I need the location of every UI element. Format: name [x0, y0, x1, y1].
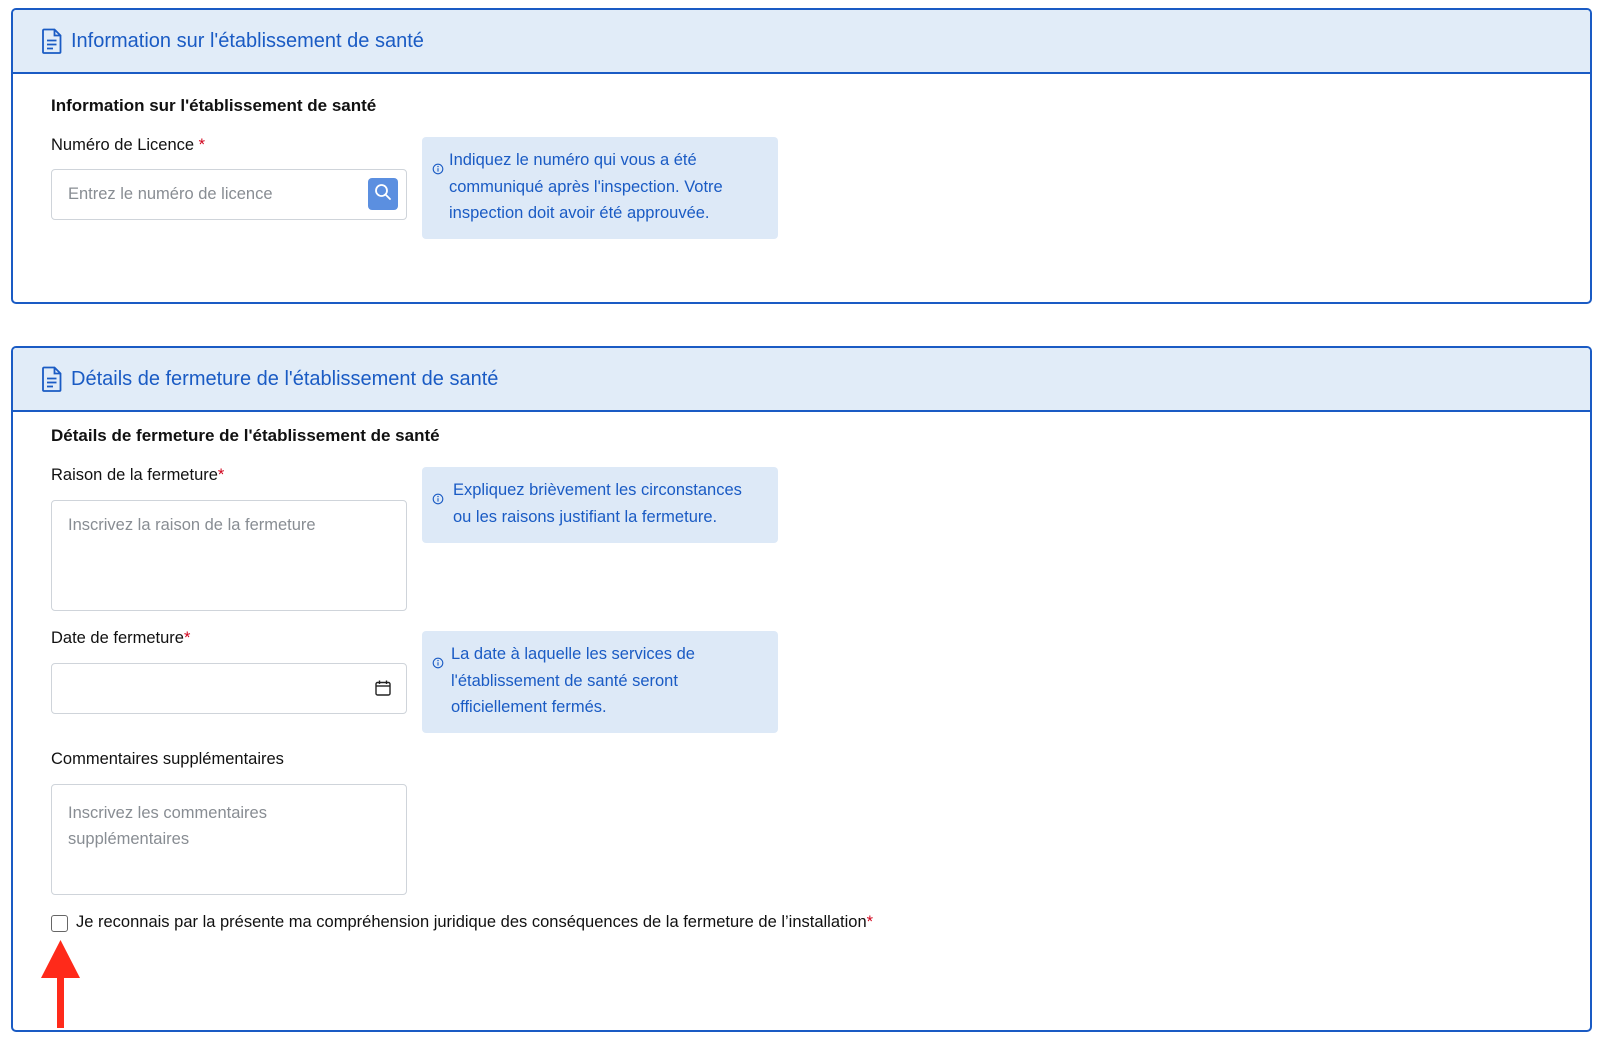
- license-placeholder: Entrez le numéro de licence: [68, 185, 273, 203]
- closure-details-header-title: Détails de fermeture de l'établissement …: [71, 367, 499, 390]
- date-label-text: Date de fermeture: [51, 629, 184, 647]
- reason-label-text: Raison de la fermeture: [51, 466, 218, 484]
- required-asterisk: *: [866, 913, 874, 931]
- reason-label: Raison de la fermeture*: [51, 466, 224, 485]
- info-circle-icon: [432, 651, 444, 669]
- reason-placeholder: Inscrivez la raison de la fermeture: [68, 516, 316, 534]
- license-label-text: Numéro de Licence: [51, 136, 195, 154]
- facility-info-title: Information sur l'établissement de santé: [51, 96, 377, 115]
- calendar-icon[interactable]: [374, 679, 392, 697]
- closure-date-input[interactable]: [51, 663, 407, 714]
- closure-details-title: Détails de fermeture de l'établissement …: [51, 426, 440, 445]
- date-info-line: l'établissement de santé seront: [451, 671, 678, 690]
- info-circle-icon: [432, 487, 444, 505]
- license-info-line: inspection doit avoir été approuvée.: [449, 204, 710, 222]
- license-info-box: Indiquez le numéro qui vous a été commun…: [422, 137, 778, 239]
- facility-info-header: Information sur l'établissement de santé: [13, 10, 1590, 74]
- facility-info-card: Information sur l'établissement de santé…: [11, 8, 1592, 304]
- reason-info-line: Expliquez brièvement les circonstances: [453, 481, 742, 499]
- license-label: Numéro de Licence *: [51, 136, 205, 155]
- comments-placeholder-line: supplémentaires: [68, 830, 190, 848]
- acknowledge-label-text: Je reconnais par la présente ma compréhe…: [76, 913, 867, 931]
- reason-textarea[interactable]: Inscrivez la raison de la fermeture: [51, 500, 407, 611]
- date-info-box: La date à laquelle les services de l'éta…: [422, 631, 778, 733]
- required-asterisk: *: [198, 136, 206, 154]
- required-asterisk: *: [217, 466, 225, 484]
- license-info-line: Indiquez le numéro qui vous a été: [449, 151, 697, 169]
- date-info-line: officiellement fermés.: [451, 698, 607, 716]
- info-circle-icon: [432, 157, 444, 175]
- closure-details-header: Détails de fermeture de l'établissement …: [13, 348, 1590, 412]
- search-icon: [374, 183, 392, 206]
- document-icon: [41, 366, 63, 392]
- license-search-button[interactable]: [368, 178, 398, 210]
- red-arrow-annotation: [38, 938, 83, 1030]
- reason-info-box: Expliquez brièvement les circonstances o…: [422, 467, 778, 543]
- license-info-line: communiqué après l'inspection. Votre: [449, 177, 723, 196]
- closure-details-card: Détails de fermeture de l'établissement …: [11, 346, 1592, 1032]
- date-info-line: La date à laquelle les services de: [451, 645, 695, 663]
- document-icon: [41, 28, 63, 54]
- acknowledge-checkbox[interactable]: [51, 915, 68, 932]
- comments-label: Commentaires supplémentaires: [51, 750, 284, 768]
- license-number-input[interactable]: Entrez le numéro de licence: [51, 169, 407, 220]
- comments-placeholder-line: Inscrivez les commentaires: [68, 804, 267, 822]
- facility-info-header-title: Information sur l'établissement de santé: [71, 29, 424, 52]
- acknowledge-label[interactable]: Je reconnais par la présente ma compréhe…: [76, 913, 873, 932]
- required-asterisk: *: [183, 629, 191, 647]
- reason-info-line: ou les raisons justifiant la fermeture.: [453, 507, 718, 526]
- comments-textarea[interactable]: Inscrivez les commentaires supplémentair…: [51, 784, 407, 895]
- date-label: Date de fermeture*: [51, 629, 190, 648]
